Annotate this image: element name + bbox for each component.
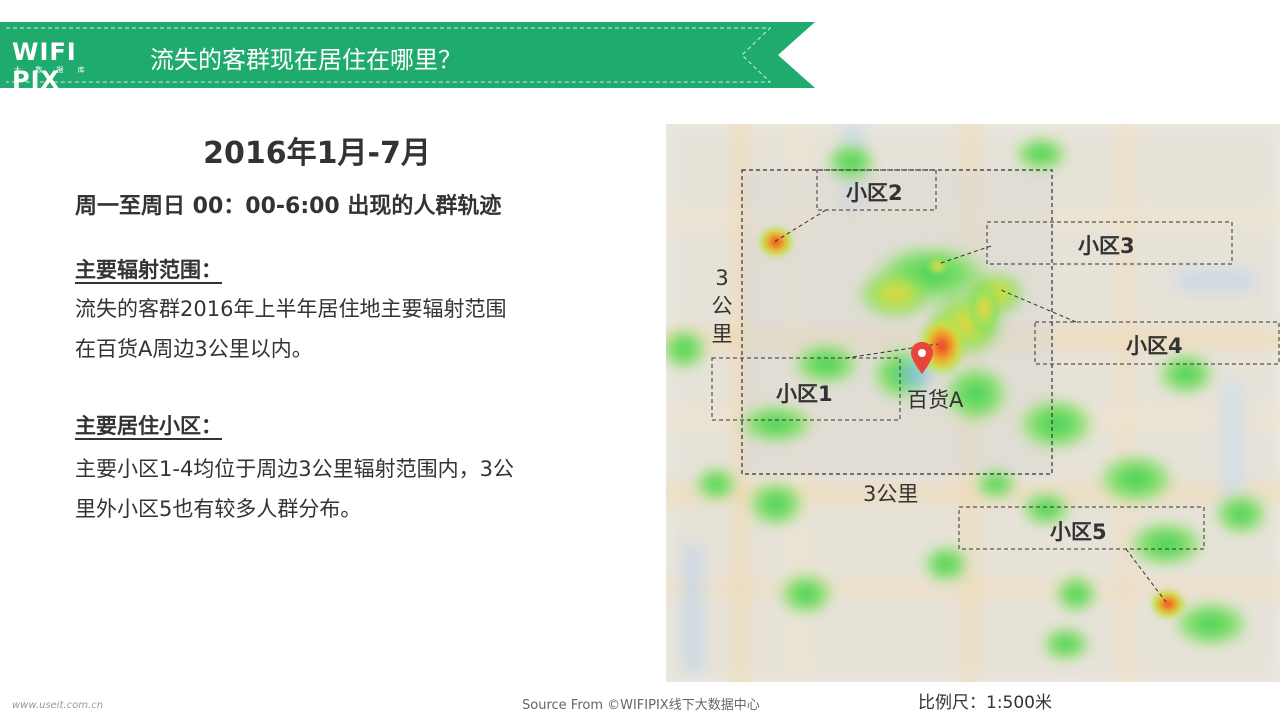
body-line: 在百货A周边3公里以内。 bbox=[75, 337, 313, 361]
range-char: 里 bbox=[711, 322, 733, 346]
header-banner: WIFI PIX 大 数 据 库 流失的客群现在居住在哪里？ bbox=[0, 22, 815, 94]
wifipix-logo: WIFI PIX 大 数 据 库 bbox=[12, 38, 134, 94]
area-label-3: 小区3 bbox=[1078, 234, 1135, 258]
body-line: 里外小区5也有较多人群分布。 bbox=[75, 497, 362, 521]
store-label: 百货A bbox=[907, 388, 964, 412]
range-char: 3 bbox=[715, 266, 729, 290]
area-label-5: 小区5 bbox=[1050, 520, 1107, 544]
section-body-residence: 主要小区1-4均位于周边3公里辐射范围内，3公 里外小区5也有较多人群分布。 bbox=[75, 449, 595, 529]
section-heading-radiation: 主要辐射范围： bbox=[75, 258, 222, 282]
page-title: 流失的客群现在居住在哪里？ bbox=[150, 46, 462, 74]
heatmap: 小区2 小区3 小区4 小区1 小区5 百货A 3公里 3 公 里 bbox=[666, 124, 1280, 682]
heatmap-canvas bbox=[666, 124, 1280, 682]
area-label-1: 小区1 bbox=[776, 382, 833, 406]
range-char: 公 bbox=[711, 294, 733, 318]
body-line: 流失的客群2016年上半年居住地主要辐射范围 bbox=[75, 297, 507, 321]
body-line: 主要小区1-4均位于周边3公里辐射范围内，3公 bbox=[75, 457, 515, 481]
watermark: www.useit.com.cn bbox=[12, 700, 104, 711]
range-label-horizontal: 3公里 bbox=[863, 482, 919, 506]
period-heading: 2016年1月-7月 bbox=[203, 136, 431, 171]
section-heading-residence: 主要居住小区： bbox=[75, 414, 222, 438]
section-body-radiation: 流失的客群2016年上半年居住地主要辐射范围 在百货A周边3公里以内。 bbox=[75, 289, 595, 369]
time-range-subtitle: 周一至周日 00：00-6:00 出现的人群轨迹 bbox=[75, 194, 502, 219]
source-note: Source From ©WIFIPIX线下大数据中心 bbox=[522, 698, 760, 713]
range-label-vertical: 3 公 里 bbox=[710, 264, 734, 348]
area-label-2: 小区2 bbox=[846, 181, 903, 205]
area-label-4: 小区4 bbox=[1126, 334, 1183, 358]
scale-note: 比例尺：1:500米 bbox=[918, 693, 1052, 713]
logo-subtext: 大 数 据 库 bbox=[14, 66, 91, 74]
